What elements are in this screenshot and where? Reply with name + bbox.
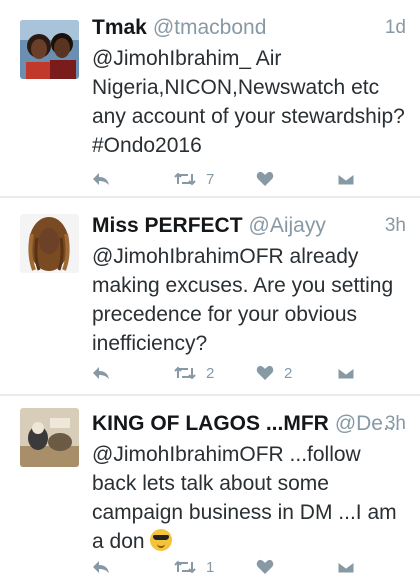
tweet-timestamp[interactable]: 1d [385,14,406,42]
reply-button[interactable] [92,554,110,580]
reply-button[interactable] [92,166,110,192]
heart-icon [256,171,274,186]
retweet-icon [174,366,196,380]
sunglasses-emoji-icon [150,529,173,551]
author-handle[interactable]: @tmacbond [153,16,267,39]
tweet-actions: 2 2 [92,360,406,386]
reply-icon [93,367,109,379]
like-button[interactable] [256,166,274,192]
tweet-card[interactable]: Miss PERFECT @Aijayy 3h @JimohIbrahimOFR … [0,198,420,394]
retweet-count: 1 [206,558,215,576]
tweet-timestamp[interactable]: 3h [385,410,406,438]
reply-icon [93,561,109,573]
like-count: 2 [284,364,293,382]
envelope-icon [337,173,355,186]
direct-message-button[interactable] [337,554,355,580]
retweet-icon [174,560,196,574]
tweet-card[interactable]: Tmak @tmacbond 1d @JimohIbrahim_ Air Nige… [0,0,420,196]
avatar[interactable] [20,408,79,467]
retweet-button[interactable]: 1 [174,554,214,580]
envelope-icon [337,561,355,574]
direct-message-button[interactable] [337,166,355,192]
retweet-count: 2 [206,364,215,382]
heart-icon [256,365,274,380]
cartoon-scene-avatar-icon [20,408,79,467]
envelope-icon [337,367,355,380]
reply-icon [93,173,109,185]
retweet-icon [174,172,196,186]
tweet-header: Tmak @tmacbond 1d [92,14,406,42]
tweet-header: Miss PERFECT @Aijayy 3h [92,212,406,240]
braided-hair-woman-avatar-icon [20,214,79,273]
couple-selfie-avatar-icon [20,20,79,79]
avatar[interactable] [20,214,79,273]
tweet-actions: 7 [92,166,406,192]
tweet-text: @JimohIbrahimOFR ...follow back lets tal… [92,440,406,556]
avatar[interactable] [20,20,79,79]
tweet-text-body: @JimohIbrahimOFR ...follow back lets tal… [92,443,397,553]
timeline-feed[interactable]: Tmak @tmacbond 1d @JimohIbrahim_ Air Nige… [0,0,420,580]
retweet-button[interactable]: 7 [174,166,214,192]
tweet-actions: 1 [92,554,406,580]
like-button[interactable] [256,554,274,580]
heart-icon [256,559,274,574]
tweet-timestamp[interactable]: 3h [385,212,406,240]
author-handle[interactable]: @Aijayy [249,214,326,237]
retweet-button[interactable]: 2 [174,360,214,386]
author-name[interactable]: Tmak [92,16,147,39]
like-button[interactable]: 2 [256,360,292,386]
retweet-count: 7 [206,170,215,188]
author-name[interactable]: Miss PERFECT [92,214,243,237]
tweet-header: KING OF LAGOS ...MFR @De... 3h [92,410,406,438]
author-name[interactable]: KING OF LAGOS ...MFR [92,412,329,435]
reply-button[interactable] [92,360,110,386]
tweet-card[interactable]: KING OF LAGOS ...MFR @De... 3h @JimohIbra… [0,396,420,580]
tweet-text: @JimohIbrahimOFR already making excuses.… [92,245,394,355]
direct-message-button[interactable] [337,360,355,386]
tweet-text: @JimohIbrahim_ Air Nigeria,NICON,Newswat… [92,47,405,157]
